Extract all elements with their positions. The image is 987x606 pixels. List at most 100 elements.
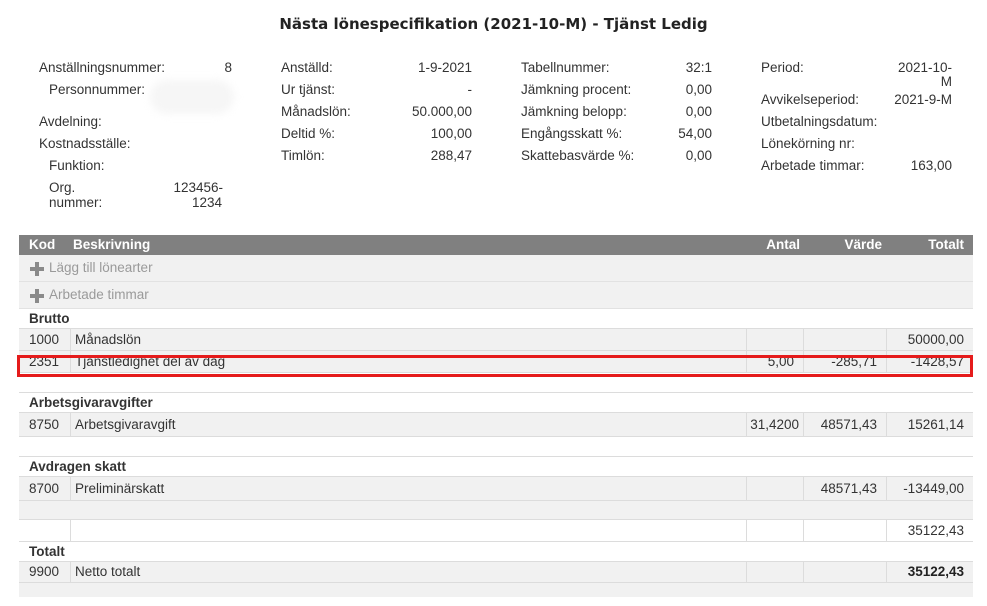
anstalld-value: 1-9-2021	[417, 60, 472, 75]
header-varde[interactable]: Värde	[844, 237, 882, 253]
cell-totalt: 15261,14	[886, 413, 973, 436]
arbetade-timmar-value: 163,00	[910, 158, 952, 173]
section-label: Avdragen skatt	[29, 459, 127, 474]
arbetade-timmar-label: Arbetade timmar:	[761, 158, 865, 173]
cell-antal	[746, 520, 803, 541]
funktion-label: Funktion:	[49, 158, 105, 173]
avvikelseperiod-value: 2021-9-M	[894, 92, 952, 107]
cell-antal	[746, 329, 803, 350]
org-value-line1: 123456-	[173, 180, 223, 195]
jamkning-procent-value: 0,00	[685, 82, 712, 97]
spacer-row	[19, 373, 973, 393]
jamkning-belopp-label: Jämkning belopp:	[521, 104, 627, 119]
cell-antal: 31,4200	[746, 413, 803, 436]
header-kod[interactable]: Kod	[29, 237, 55, 253]
cell-totalt: 35122,43	[886, 520, 973, 541]
org-label-line2: nummer:	[49, 195, 103, 210]
timlon-label: Timlön:	[281, 148, 325, 163]
tabellnummer-label: Tabellnummer:	[521, 60, 610, 75]
cell-varde	[803, 329, 886, 350]
period-value-line2: M	[940, 74, 952, 89]
spacer-row	[19, 583, 973, 597]
manadslon-value: 50.000,00	[411, 104, 472, 119]
section-totalt: Totalt	[19, 542, 973, 562]
plus-icon	[30, 289, 44, 303]
spacer-row	[19, 437, 973, 457]
cell-kod: 8750	[29, 417, 60, 432]
cell-varde: 48571,43	[803, 477, 886, 500]
timlon-value: 288,47	[430, 148, 472, 163]
engangsskatt-value: 54,00	[678, 126, 712, 141]
cell-varde: -285,71	[803, 351, 886, 372]
personnummer-label: Personnummer:	[49, 82, 146, 97]
header-totalt[interactable]: Totalt	[928, 237, 964, 253]
cell-kod: 8700	[29, 481, 60, 496]
spacer-row	[19, 501, 973, 520]
section-brutto: Brutto	[19, 309, 973, 329]
skattebasvarde-value: 0,00	[685, 148, 712, 163]
avdelning-label: Avdelning:	[39, 114, 102, 129]
cell-varde: 48571,43	[803, 413, 886, 436]
table-row-subtotal[interactable]: 35122,43	[19, 520, 973, 542]
cell-totalt: -13449,00	[886, 477, 973, 500]
deltid-label: Deltid %:	[281, 126, 336, 141]
cell-kod: 2351	[29, 354, 60, 369]
table-row-netto[interactable]: 9900 Netto totalt 35122,43	[19, 562, 973, 583]
cell-beskrivning: Arbetsgivaravgift	[70, 413, 746, 436]
anstalld-label: Anställd:	[281, 60, 333, 75]
anstallningsnummer-label: Anställningsnummer:	[39, 60, 166, 75]
salary-table: Kod Beskrivning Antal Värde Totalt Lägg …	[19, 235, 973, 597]
cell-beskrivning	[70, 520, 746, 541]
cell-beskrivning: Månadslön	[70, 329, 746, 350]
period-label: Period:	[761, 60, 804, 75]
cell-antal	[746, 477, 803, 500]
table-row[interactable]: 8750 Arbetsgivaravgift 31,4200 48571,43 …	[19, 413, 973, 437]
table-row[interactable]: 2351 Tjänstledighet del av dag 5,00 -285…	[19, 351, 973, 373]
section-label: Arbetsgivaravgifter	[29, 395, 153, 410]
ur-tjanst-value: -	[467, 82, 473, 97]
cell-antal	[746, 562, 803, 582]
avvikelseperiod-label: Avvikelseperiod:	[761, 92, 860, 107]
kostnadsstalle-label: Kostnadsställe:	[39, 136, 131, 151]
ur-tjanst-label: Ur tjänst:	[281, 82, 336, 97]
table-row[interactable]: 8700 Preliminärskatt 48571,43 -13449,00	[19, 477, 973, 501]
cell-kod: 9900	[29, 564, 60, 579]
cell-beskrivning: Tjänstledighet del av dag	[70, 351, 746, 372]
lonekorning-label: Lönekörning nr:	[761, 136, 855, 151]
tabellnummer-value: 32:1	[685, 60, 712, 75]
jamkning-procent-label: Jämkning procent:	[521, 82, 632, 97]
deltid-value: 100,00	[430, 126, 472, 141]
engangsskatt-label: Engångsskatt %:	[521, 126, 623, 141]
add-lonearter-button[interactable]: Lägg till lönearter	[19, 255, 973, 282]
cell-totalt: 50000,00	[886, 329, 973, 350]
section-arbetsgivaravgifter: Arbetsgivaravgifter	[19, 393, 973, 413]
page-title: Nästa lönespecifikation (2021-10-M) - Tj…	[279, 15, 708, 33]
table-row[interactable]: 1000 Månadslön 50000,00	[19, 329, 973, 351]
manadslon-label: Månadslön:	[281, 104, 351, 119]
add-arbetade-timmar-label: Arbetade timmar	[49, 287, 149, 302]
anstallningsnummer-value: 8	[224, 60, 232, 75]
cell-totalt: -1428,57	[886, 351, 973, 372]
skattebasvarde-label: Skattebasvärde %:	[521, 148, 635, 163]
org-label-line1: Org.	[49, 180, 76, 195]
add-arbetade-timmar-button[interactable]: Arbetade timmar	[19, 282, 973, 309]
org-value-line2: 1234	[191, 195, 222, 210]
cell-kod	[19, 520, 70, 541]
jamkning-belopp-value: 0,00	[685, 104, 712, 119]
header-antal[interactable]: Antal	[766, 237, 800, 253]
add-lonearter-label: Lägg till lönearter	[49, 260, 153, 275]
section-label: Brutto	[29, 311, 70, 326]
cell-kod: 1000	[29, 332, 60, 347]
utbetalningsdatum-label: Utbetalningsdatum:	[761, 114, 878, 129]
cell-antal: 5,00	[746, 351, 803, 372]
cell-beskrivning: Netto totalt	[70, 562, 746, 582]
header-beskrivning[interactable]: Beskrivning	[73, 237, 150, 253]
cell-varde	[803, 520, 886, 541]
personnummer-redacted	[150, 80, 234, 114]
section-avdragen-skatt: Avdragen skatt	[19, 457, 973, 477]
cell-totalt: 35122,43	[886, 562, 973, 582]
cell-beskrivning: Preliminärskatt	[70, 477, 746, 500]
cell-varde	[803, 562, 886, 582]
table-header: Kod Beskrivning Antal Värde Totalt	[19, 235, 973, 255]
section-label: Totalt	[29, 544, 65, 559]
